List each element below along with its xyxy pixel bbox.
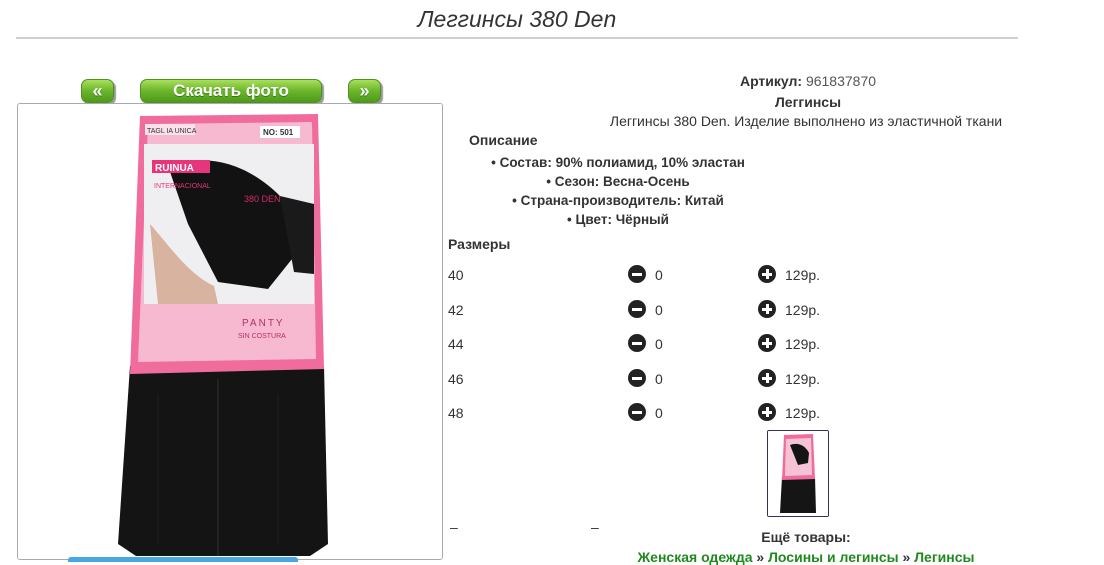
minus-icon[interactable] [628,403,646,421]
product-photo[interactable]: RUINUA INTERNACIONAL 380 DEN TAGL IA UNI… [17,103,443,560]
attribute-country: Страна-производитель: Китай [448,191,788,210]
minus-icon[interactable] [628,265,646,283]
size-row: 48 0 129р. [448,403,868,423]
attribute-color: Цвет: Чёрный [448,210,788,229]
price-value: 129р. [785,302,821,318]
plus-icon[interactable] [758,265,776,283]
sizes-heading: Размеры [448,236,511,252]
quantity-value: 0 [655,371,663,387]
plus-icon[interactable] [758,403,776,421]
product-category: Леггинсы [774,94,842,110]
quantity-value: 0 [655,302,663,318]
dash-separator: – [450,519,458,535]
package-line-sub-label: SIN COSTURA [238,333,286,340]
crumb-separator: » [902,549,911,565]
quantity-value: 0 [655,267,663,283]
size-row: 46 0 129р. [448,369,868,389]
size-label: 42 [448,302,464,318]
package-density-label: 380 DEN [244,194,281,204]
size-row: 44 0 129р. [448,334,868,354]
package-tag-label: TAGL IA UNICA [147,128,197,135]
size-label: 40 [448,267,464,283]
next-photo-button[interactable]: » [348,79,381,103]
plus-icon[interactable] [758,300,776,318]
plus-icon[interactable] [758,369,776,387]
download-photo-button[interactable]: Скачать фото [140,79,322,103]
plus-icon[interactable] [758,334,776,352]
size-row: 42 0 129р. [448,300,868,320]
size-label: 46 [448,371,464,387]
package-brand-label: RUINUA [155,163,194,174]
price-value: 129р. [785,405,821,421]
photo-thumbnail[interactable] [767,430,829,517]
photo-scrollbar[interactable] [68,557,298,562]
crumb-leggings-and-tights[interactable]: Лосины и легинсы [768,549,899,565]
minus-icon[interactable] [628,300,646,318]
price-value: 129р. [785,267,821,283]
description-heading: Описание [469,132,538,148]
page-title: Леггинсы 380 Den [417,6,617,32]
attribute-season: Сезон: Весна-Осень [448,172,788,191]
thumbnail-image [768,431,828,516]
article-label: Артикул: [739,73,803,89]
product-photo-image: RUINUA INTERNACIONAL 380 DEN TAGL IA UNI… [18,104,442,559]
price-value: 129р. [785,371,821,387]
price-value: 129р. [785,336,821,352]
size-label: 48 [448,405,464,421]
quantity-value: 0 [655,336,663,352]
quantity-value: 0 [655,405,663,421]
crumb-womens-clothing[interactable]: Женская одежда [638,549,753,565]
package-model-label: NO: 501 [263,128,294,137]
crumb-leggings[interactable]: Легинсы [914,549,974,565]
article-value: 961837870 [805,73,877,89]
size-row: 40 0 129р. [448,265,868,285]
article-line: Артикул: 961837870 [448,73,1104,89]
breadcrumb: Женская одежда » Лосины и легинсы » Леги… [632,549,980,565]
size-label: 44 [448,336,464,352]
minus-icon[interactable] [628,369,646,387]
product-description: Леггинсы 380 Den. Изделие выполнено из э… [609,113,1003,129]
attribute-composition: Состав: 90% полиамид, 10% эластан [448,153,788,172]
more-products-heading: Ещё товары: [761,529,851,545]
attribute-list: Состав: 90% полиамид, 10% эластан Сезон:… [448,153,788,229]
crumb-separator: » [756,549,765,565]
minus-icon[interactable] [628,334,646,352]
package-line-label: PANTY [242,318,285,329]
package-brand-sub-label: INTERNACIONAL [154,183,211,190]
title-divider [16,37,1018,39]
dash-separator: – [591,519,599,535]
prev-photo-button[interactable]: « [81,79,114,103]
